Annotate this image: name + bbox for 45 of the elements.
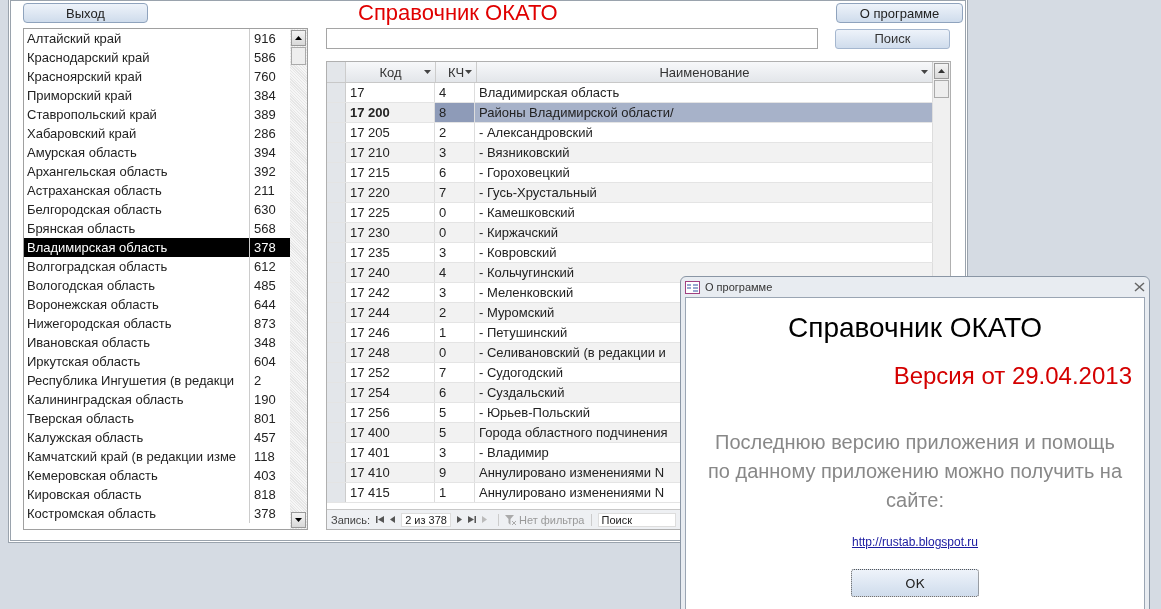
table-cell: 17: [346, 83, 435, 102]
table-cell: 17 256: [346, 403, 435, 422]
table-cell: 6: [435, 163, 475, 182]
table-cell: 17 252: [346, 363, 435, 382]
table-cell: 0: [435, 203, 475, 222]
table-cell: 17 248: [346, 343, 435, 362]
table-cell: 17 205: [346, 123, 435, 142]
table-cell: 17 415: [346, 483, 435, 502]
table-cell: 9: [435, 463, 475, 482]
table-cell: 17 230: [346, 223, 435, 242]
app-title: Справочник ОКАТО: [357, 1, 559, 25]
table-cell: 17 246: [346, 323, 435, 342]
table-cell: 6: [435, 383, 475, 402]
table-cell: 17 400: [346, 423, 435, 442]
table-cell: 17 210: [346, 143, 435, 162]
table-cell: 17 401: [346, 443, 435, 462]
table-cell: 3: [435, 283, 475, 302]
table-cell: 1: [435, 483, 475, 502]
table-cell: 3: [435, 243, 475, 262]
table-cell: 17 254: [346, 383, 435, 402]
table-cell: 4: [435, 263, 475, 282]
record-label: Запись:: [331, 513, 371, 526]
table-cell: 4: [435, 83, 475, 102]
table-cell: 0: [435, 343, 475, 362]
table-cell: 17 244: [346, 303, 435, 322]
table-cell: 17 242: [346, 283, 435, 302]
table-cell: 17 220: [346, 183, 435, 202]
table-cell: 17 235: [346, 243, 435, 262]
table-cell: 3: [435, 443, 475, 462]
dialog-title: О программе: [705, 281, 774, 293]
table-cell: 5: [435, 423, 475, 442]
table-cell: 1: [435, 323, 475, 342]
table-cell: 3: [435, 143, 475, 162]
table-cell: 2: [435, 123, 475, 142]
table-cell: 17 240: [346, 263, 435, 282]
table-cell: Районы Владимирской области/: [475, 103, 933, 122]
table-cell: 0: [435, 223, 475, 242]
table-cell: 8: [435, 103, 475, 122]
table-cell: 7: [435, 183, 475, 202]
table-cell: 17 215: [346, 163, 435, 182]
table-cell: 5: [435, 403, 475, 422]
table-cell: 2: [435, 303, 475, 322]
table-cell: 17 410: [346, 463, 435, 482]
table-cell: 17 225: [346, 203, 435, 222]
table-cell: 7: [435, 363, 475, 382]
